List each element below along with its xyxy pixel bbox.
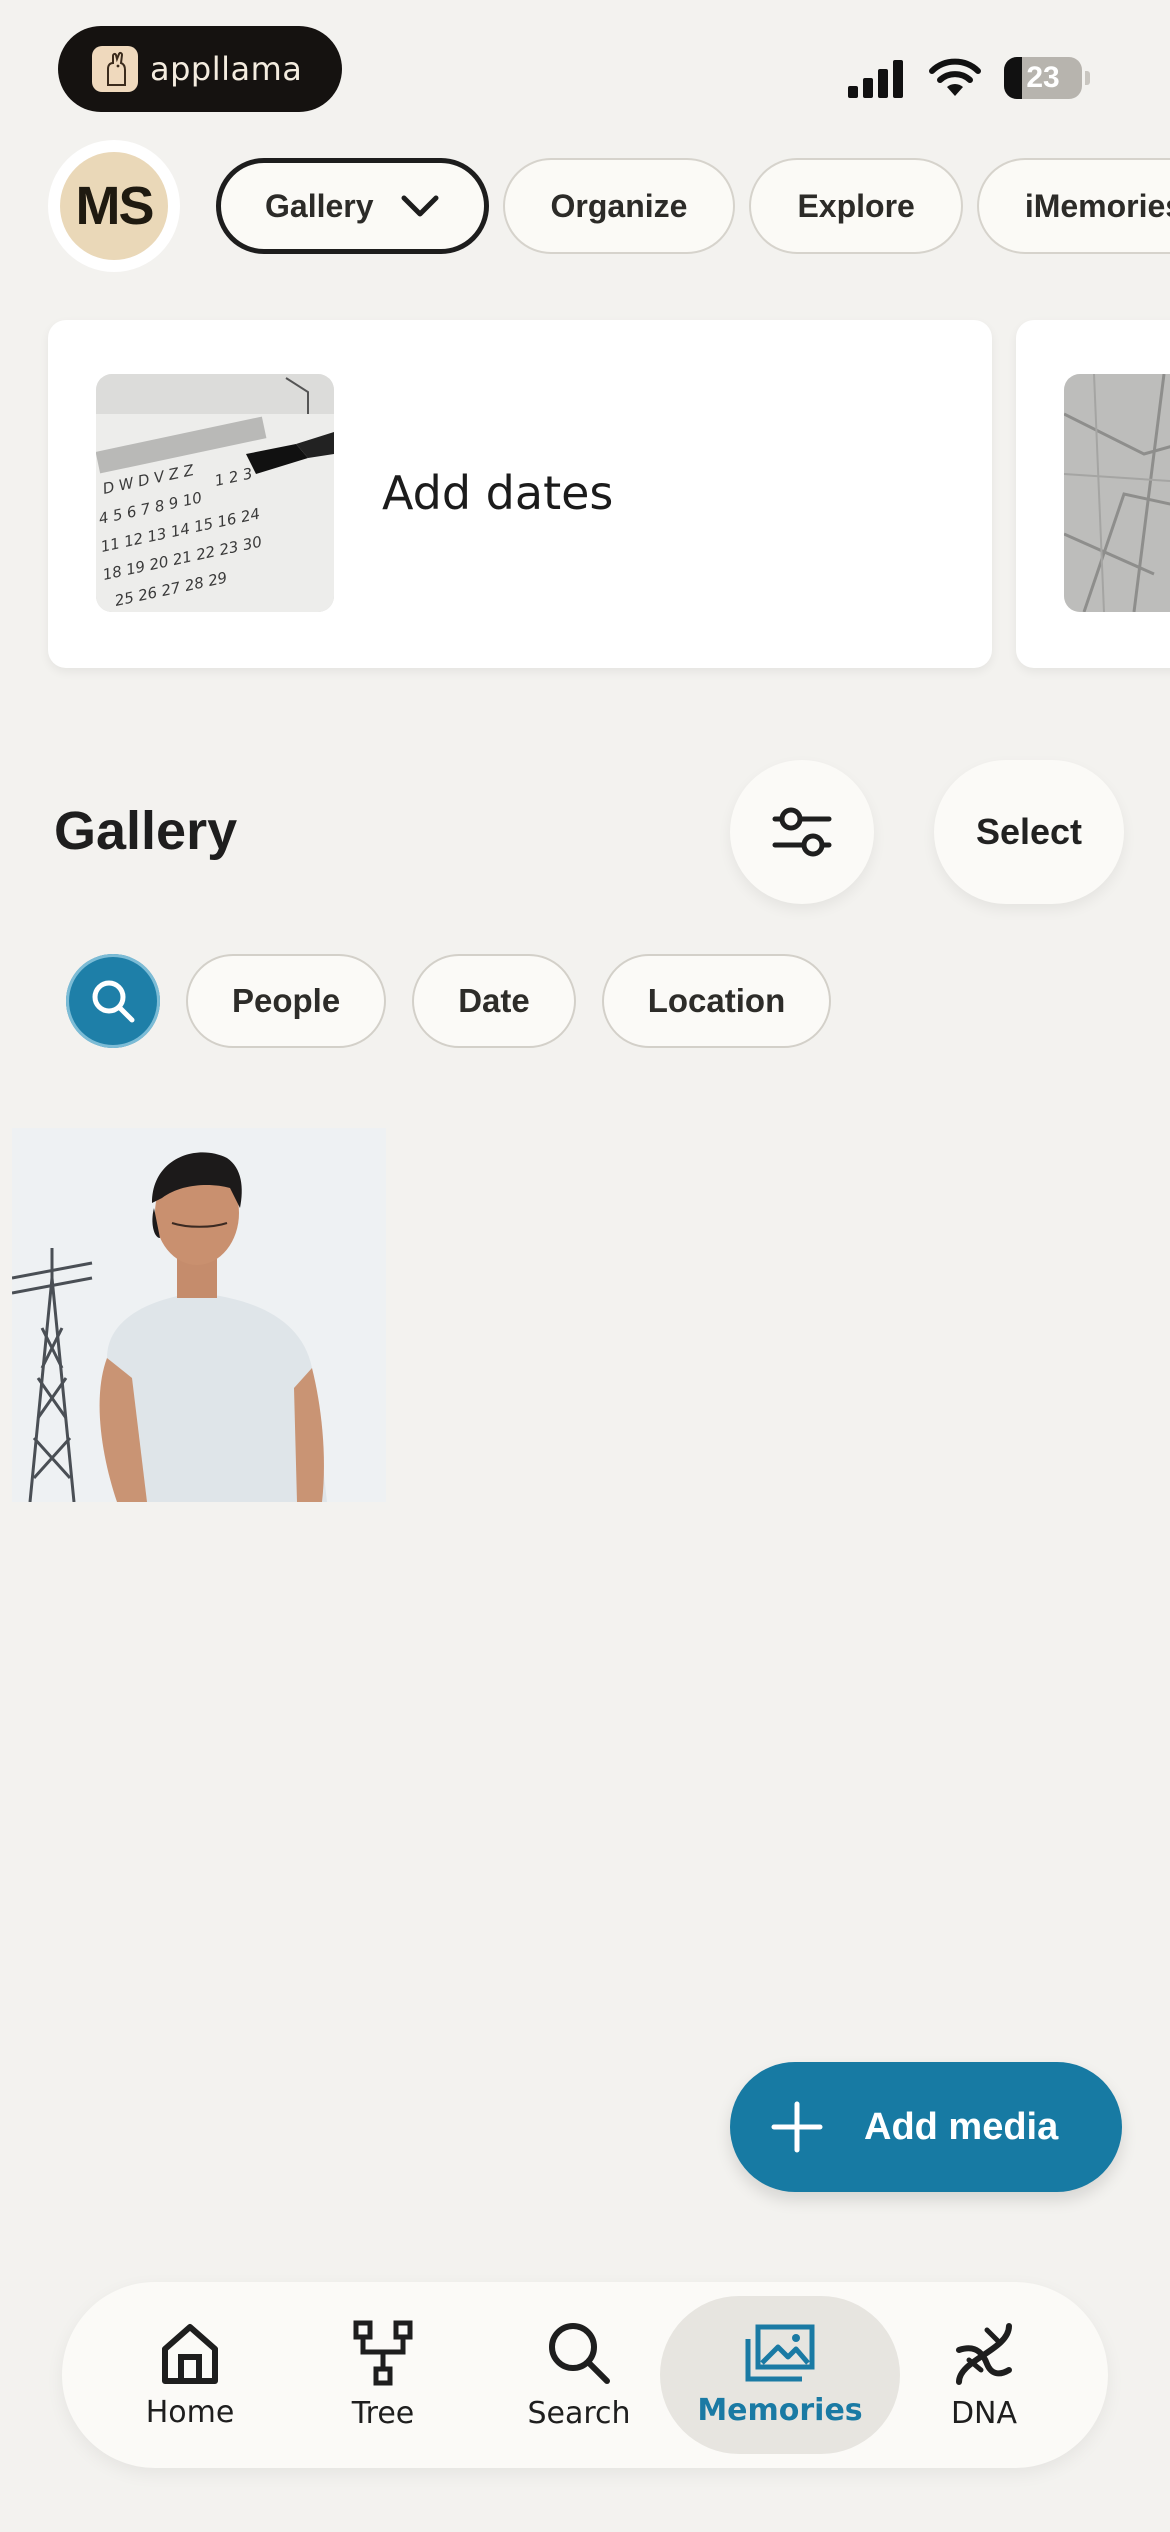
nav-search[interactable]: Search bbox=[504, 2282, 654, 2468]
cellular-signal-icon bbox=[848, 60, 903, 98]
nav-label: Memories bbox=[697, 2392, 863, 2428]
profile-avatar-button[interactable]: MS bbox=[48, 140, 180, 272]
nav-label: Search bbox=[527, 2395, 631, 2431]
gallery-photo[interactable] bbox=[12, 1128, 386, 1502]
gallery-search-button[interactable] bbox=[66, 954, 160, 1048]
top-tabs: Gallery Organize Explore iMemories bbox=[216, 158, 1170, 254]
nav-label: Home bbox=[145, 2394, 235, 2430]
nav-label: Tree bbox=[351, 2395, 415, 2431]
home-icon bbox=[162, 2323, 218, 2384]
tree-icon bbox=[353, 2320, 413, 2385]
app-name: appllama bbox=[150, 50, 303, 88]
add-media-button[interactable]: Add media bbox=[730, 2062, 1122, 2192]
chip-date[interactable]: Date bbox=[412, 954, 576, 1048]
tab-explore[interactable]: Explore bbox=[749, 158, 963, 254]
tab-label: iMemories bbox=[1024, 187, 1170, 224]
memories-icon bbox=[745, 2324, 815, 2381]
chip-people[interactable]: People bbox=[186, 954, 387, 1048]
tab-gallery[interactable]: Gallery bbox=[216, 158, 489, 254]
gallery-title: Gallery bbox=[54, 801, 238, 861]
nav-label: DNA bbox=[950, 2395, 1018, 2431]
tab-label: Gallery bbox=[265, 187, 374, 224]
tab-imemories[interactable]: iMemories bbox=[976, 158, 1170, 254]
search-icon bbox=[92, 980, 135, 1023]
add-media-label: Add media bbox=[864, 2105, 1059, 2148]
tab-organize[interactable]: Organize bbox=[502, 158, 736, 254]
card-title: Add dates bbox=[382, 466, 614, 520]
tab-label: Organize bbox=[550, 187, 688, 224]
chevron-down-icon bbox=[400, 194, 440, 218]
app-indicator-pill[interactable]: appllama bbox=[58, 26, 342, 112]
nav-home[interactable]: Home bbox=[120, 2282, 260, 2468]
calendar-photo-thumbnail: D W D V Z Z 1 2 3 4 5 6 7 8 9 10 11 12 1… bbox=[96, 374, 334, 612]
tab-label: Explore bbox=[797, 187, 915, 224]
nav-dna[interactable]: DNA bbox=[924, 2282, 1044, 2468]
plus-icon bbox=[771, 2101, 823, 2153]
chip-location[interactable]: Location bbox=[601, 954, 832, 1048]
llama-logo-icon bbox=[92, 46, 138, 92]
add-dates-card[interactable]: D W D V Z Z 1 2 3 4 5 6 7 8 9 10 11 12 1… bbox=[48, 320, 992, 668]
avatar-initials: MS bbox=[60, 152, 168, 260]
battery-level: 23 bbox=[1026, 61, 1060, 94]
nav-memories[interactable]: Memories bbox=[680, 2282, 880, 2468]
app-screen: appllama 23 MS Gallery Organize Explore … bbox=[0, 0, 1170, 2532]
wifi-icon bbox=[929, 58, 981, 96]
map-photo-thumbnail bbox=[1064, 374, 1170, 612]
sliders-icon bbox=[772, 807, 832, 857]
filter-chips: People Date Location bbox=[66, 954, 832, 1048]
select-button[interactable]: Select bbox=[934, 760, 1124, 904]
dna-icon bbox=[956, 2322, 1012, 2385]
search-icon bbox=[549, 2322, 610, 2384]
status-icons: 23 bbox=[848, 54, 1090, 102]
battery-indicator: 23 bbox=[1004, 57, 1082, 99]
bottom-nav: Home Tree Search Memories DNA bbox=[62, 2282, 1108, 2468]
nav-tree[interactable]: Tree bbox=[318, 2282, 448, 2468]
map-card[interactable] bbox=[1016, 320, 1170, 668]
filter-settings-button[interactable] bbox=[730, 760, 874, 904]
